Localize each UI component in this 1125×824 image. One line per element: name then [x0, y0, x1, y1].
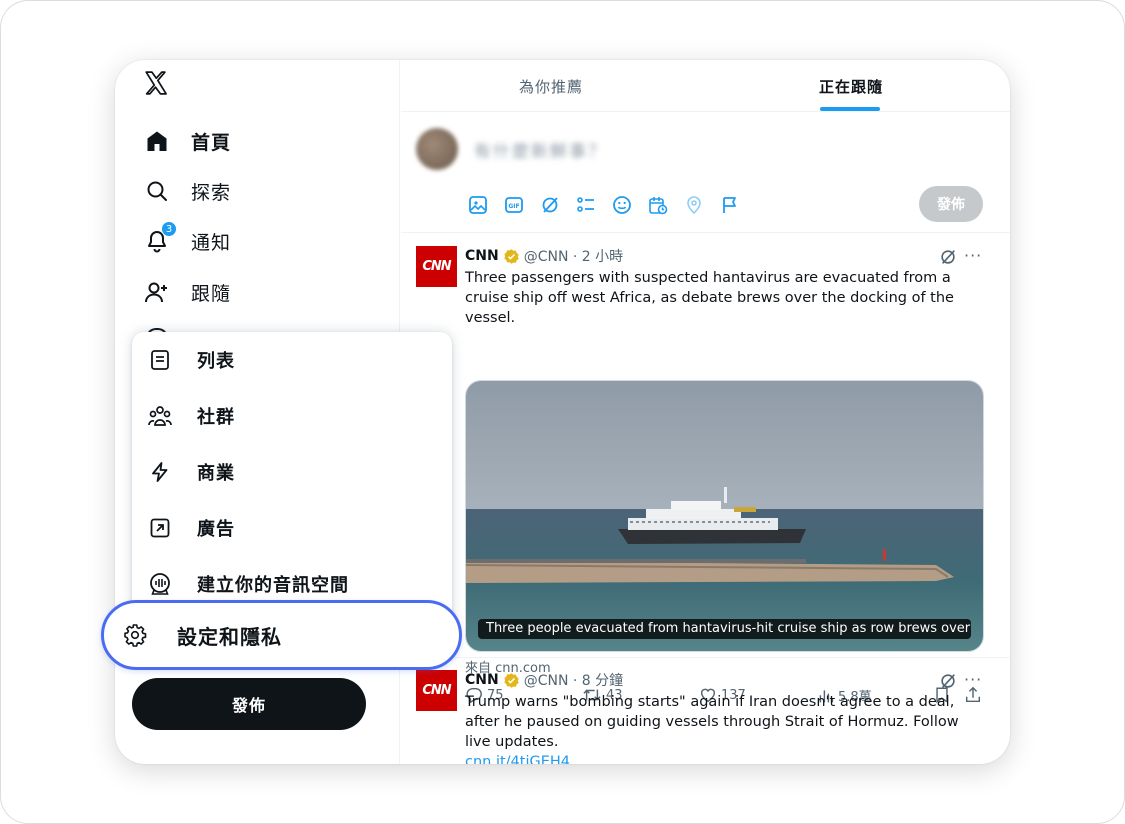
emoji-icon[interactable] [611, 194, 633, 216]
poll-icon[interactable] [575, 194, 597, 216]
tweet-author-name[interactable]: CNN [465, 248, 499, 264]
menu-item-label: 建立你的音訊空間 [197, 575, 349, 596]
composer-avatar [416, 128, 458, 170]
tweet-text: Three passengers with suspected hantavir… [465, 270, 954, 326]
gif-icon[interactable]: GIF [503, 194, 525, 216]
communities-icon [148, 404, 172, 428]
bell-icon: 3 [143, 221, 177, 255]
tweet[interactable]: CNN CNN @CNN · 8 分鐘 ··· Trump warns "bom… [401, 658, 1010, 764]
search-icon [143, 177, 171, 205]
gear-icon [122, 622, 148, 648]
ads-icon [148, 516, 172, 540]
menu-item-label: 列表 [197, 351, 235, 372]
tweet-text: Trump warns "bombing starts" again if Ir… [465, 692, 985, 764]
notification-badge: 3 [161, 221, 177, 237]
tab-following[interactable]: 正在跟隨 [819, 60, 883, 112]
tweet-text-body: Trump warns "bombing starts" again if Ir… [465, 694, 959, 750]
menu-item-lists[interactable]: 列表 [148, 342, 235, 378]
menu-item-ads[interactable]: 廣告 [148, 510, 235, 546]
composer: 有什麼新鮮事？ [401, 112, 1010, 233]
tweet-author-name[interactable]: CNN [465, 672, 499, 688]
nav-home[interactable]: 首頁 [143, 123, 231, 159]
tweet[interactable]: CNN CNN @CNN · 2 小時 ··· Three passengers… [401, 234, 1010, 705]
nav-follow[interactable]: 跟隨 [143, 274, 231, 310]
cnn-avatar[interactable]: CNN [416, 246, 457, 287]
cruise-ship-photo [466, 381, 983, 651]
timeline-tabs: 為你推薦 正在跟隨 [401, 60, 1010, 112]
more-icon[interactable]: ··· [964, 670, 982, 689]
svg-text:GIF: GIF [508, 203, 519, 210]
image-icon[interactable] [467, 194, 489, 216]
nav-explore[interactable]: 探索 [143, 173, 231, 209]
grok-icon[interactable] [939, 248, 957, 266]
menu-item-label: 商業 [197, 463, 235, 484]
x-logo-icon[interactable] [143, 70, 173, 100]
sidebar-post-button[interactable]: 發佈 [132, 678, 366, 730]
tweet-link[interactable]: cnn.it/4tiGEH4 [465, 754, 570, 764]
more-icon[interactable]: ··· [964, 246, 982, 265]
nav-home-label: 首頁 [191, 131, 232, 154]
location-icon[interactable] [683, 194, 705, 216]
menu-item-label: 社群 [197, 407, 235, 428]
grok-icon[interactable] [939, 672, 957, 690]
menu-item-settings[interactable]: 設定和隱私 [122, 617, 282, 653]
active-tab-indicator [820, 107, 880, 111]
menu-item-business[interactable]: 商業 [148, 454, 235, 490]
media-caption: Three people evacuated from hantavirus-h… [478, 619, 971, 639]
cnn-avatar[interactable]: CNN [416, 670, 457, 711]
tweet-meta: @CNN · 8 分鐘 [523, 673, 624, 689]
menu-item-spaces[interactable]: 建立你的音訊空間 [148, 566, 349, 602]
list-icon [148, 348, 172, 372]
nav-notifications-label: 通知 [191, 231, 232, 254]
nav-explore-label: 探索 [191, 181, 232, 204]
lightning-icon [148, 460, 172, 484]
nav-follow-label: 跟隨 [191, 282, 232, 305]
schedule-icon[interactable] [647, 194, 669, 216]
tweet-header: CNN @CNN · 8 分鐘 [465, 670, 623, 690]
menu-item-communities[interactable]: 社群 [148, 398, 235, 434]
tweet-media[interactable]: Three people evacuated from hantavirus-h… [465, 380, 984, 652]
composer-input[interactable]: 有什麼新鮮事？ [474, 137, 607, 162]
grok-icon[interactable] [539, 194, 561, 216]
settings-label: 設定和隱私 [177, 624, 282, 649]
nav-notifications[interactable]: 3 通知 [143, 221, 232, 259]
tab-for-you[interactable]: 為你推薦 [519, 60, 583, 112]
add-user-icon [143, 278, 171, 306]
main-column: 為你推薦 正在跟隨 有什麼新鮮事？ GIF 發佈 CNN CNN @CNN · … [401, 60, 1010, 764]
tweet-header: CNN @CNN · 2 小時 [465, 246, 623, 266]
more-menu: 列表 社群 商業 廣告 建立你的音訊空間 [132, 332, 452, 632]
verified-badge-icon [504, 248, 519, 264]
verified-badge-icon [504, 672, 519, 688]
tweet-meta: @CNN · 2 小時 [523, 249, 624, 265]
home-icon [143, 127, 171, 155]
composer-post-button[interactable]: 發佈 [919, 186, 983, 222]
menu-item-label: 廣告 [197, 519, 235, 540]
flag-icon[interactable] [719, 194, 741, 216]
spaces-icon [148, 572, 172, 596]
